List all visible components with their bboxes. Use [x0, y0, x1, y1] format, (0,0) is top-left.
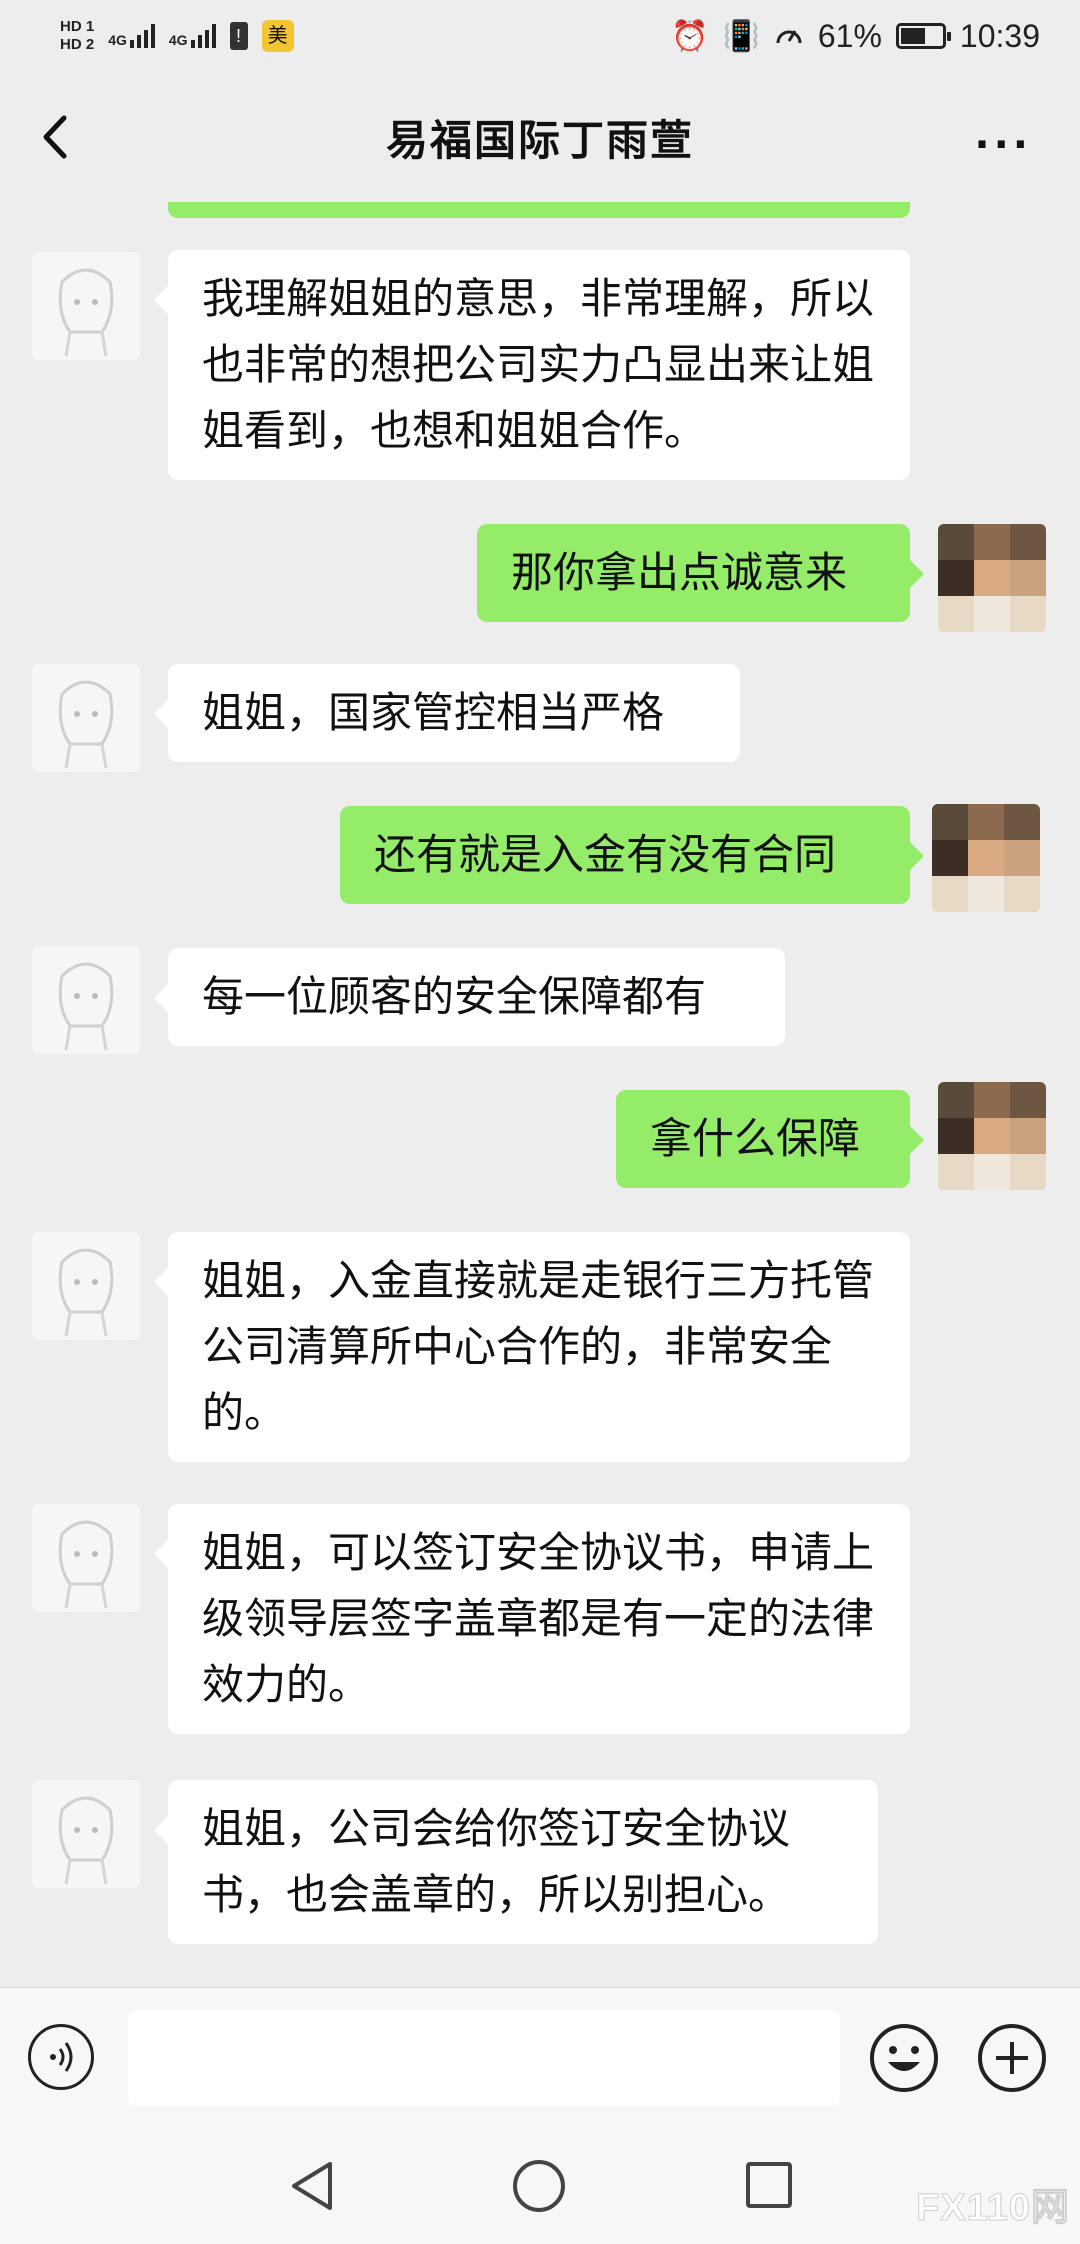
- alert-icon: !: [229, 22, 248, 50]
- battery-percent: 61%: [817, 17, 882, 54]
- contact-avatar[interactable]: [32, 252, 140, 360]
- contact-avatar[interactable]: [32, 1232, 140, 1340]
- message-bubble-incoming[interactable]: 姐姐，公司会给你签订安全协议书，也会盖章的，所以别担心。: [154, 1780, 878, 1944]
- network-type-2: 4G: [168, 32, 188, 48]
- message-bubble-incoming[interactable]: 我理解姐姐的意思，非常理解，所以也非常的想把公司实力凸显出来让姐姐看到，也想和姐…: [154, 250, 910, 480]
- status-left: HD 1 HD 2 4G 4G ! 美: [60, 18, 294, 54]
- message-input[interactable]: [128, 2010, 840, 2106]
- message-bubble-incoming[interactable]: 姐姐，入金直接就是走银行三方托管公司清算所中心合作的，非常安全的。: [154, 1232, 910, 1462]
- user-avatar[interactable]: [938, 524, 1046, 632]
- message-text: 拿什么保障: [650, 1114, 861, 1163]
- input-bar: [0, 1987, 1080, 2125]
- nav-recent-icon[interactable]: [746, 2162, 792, 2208]
- network-type-1: 4G: [108, 32, 127, 48]
- contact-avatar[interactable]: [32, 664, 140, 772]
- user-avatar[interactable]: [932, 804, 1040, 912]
- message-text: 还有就是入金有没有合同: [374, 830, 837, 879]
- voice-icon[interactable]: [28, 2024, 94, 2090]
- message-text: 每一位顾客的安全保障都有: [202, 972, 707, 1021]
- more-options-icon[interactable]: ···: [974, 122, 1032, 168]
- contact-avatar[interactable]: [32, 1504, 140, 1612]
- message-text: 我理解姐姐的意思，非常理解，所以也非常的想把公司实力凸显出来让姐姐看到，也想和姐…: [202, 274, 875, 455]
- message-text: 姐姐，可以签订安全协议书，申请上级领导层签字盖章都是有一定的法律效力的。: [202, 1528, 875, 1709]
- vibrate-icon: 📳: [722, 19, 760, 53]
- chat-title: 易福国际丁雨萱: [385, 115, 694, 165]
- user-avatar[interactable]: [938, 1082, 1046, 1190]
- battery-icon: [895, 23, 951, 49]
- message-text: 姐姐，公司会给你签订安全协议书，也会盖章的，所以别担心。: [202, 1804, 791, 1919]
- signal-icon-2: 4G: [169, 24, 216, 48]
- clock: 10:39: [959, 17, 1040, 54]
- emoji-icon[interactable]: [868, 2022, 940, 2094]
- message-text: 那你拿出点诚意来: [511, 548, 848, 597]
- hd1-label: HD 1: [60, 18, 95, 35]
- message-bubble-outgoing[interactable]: 还有就是入金有没有合同: [340, 806, 924, 904]
- message-bubble-outgoing[interactable]: 拿什么保障: [616, 1090, 924, 1188]
- hd-indicator: HD 1 HD 2: [60, 18, 94, 54]
- nav-back-icon[interactable]: [288, 2160, 336, 2212]
- message-bubble-incoming[interactable]: 每一位顾客的安全保障都有: [154, 948, 785, 1046]
- mei-badge: 美: [261, 20, 294, 52]
- partial-outgoing-bubble: [168, 202, 910, 218]
- message-text: 姐姐，入金直接就是走银行三方托管公司清算所中心合作的，非常安全的。: [202, 1256, 875, 1437]
- message-bubble-incoming[interactable]: 姐姐，可以签订安全协议书，申请上级领导层签字盖章都是有一定的法律效力的。: [154, 1504, 910, 1734]
- contact-avatar[interactable]: [32, 946, 140, 1054]
- system-nav-bar: FX110网: [0, 2124, 1080, 2244]
- message-list[interactable]: 我理解姐姐的意思，非常理解，所以也非常的想把公司实力凸显出来让姐姐看到，也想和姐…: [0, 202, 1080, 1987]
- speed-icon: [776, 30, 802, 44]
- status-right: ⏰ 📳 61% 10:39: [671, 18, 1040, 55]
- plus-icon[interactable]: [976, 2022, 1048, 2094]
- chat-header: 易福国际丁雨萱 ···: [0, 72, 1080, 202]
- watermark: FX110网: [916, 2187, 1070, 2230]
- status-bar: HD 1 HD 2 4G 4G ! 美 ⏰ 📳 61% 10:39: [0, 0, 1080, 72]
- hd2-label: HD 2: [60, 36, 95, 53]
- contact-avatar[interactable]: [32, 1780, 140, 1888]
- nav-home-icon[interactable]: [513, 2160, 565, 2212]
- message-bubble-outgoing[interactable]: 那你拿出点诚意来: [477, 524, 924, 622]
- message-bubble-incoming[interactable]: 姐姐，国家管控相当严格: [154, 664, 740, 762]
- alarm-icon: ⏰: [671, 19, 709, 53]
- back-icon[interactable]: [36, 112, 76, 162]
- signal-icon: 4G: [108, 24, 155, 48]
- message-text: 姐姐，国家管控相当严格: [202, 688, 665, 737]
